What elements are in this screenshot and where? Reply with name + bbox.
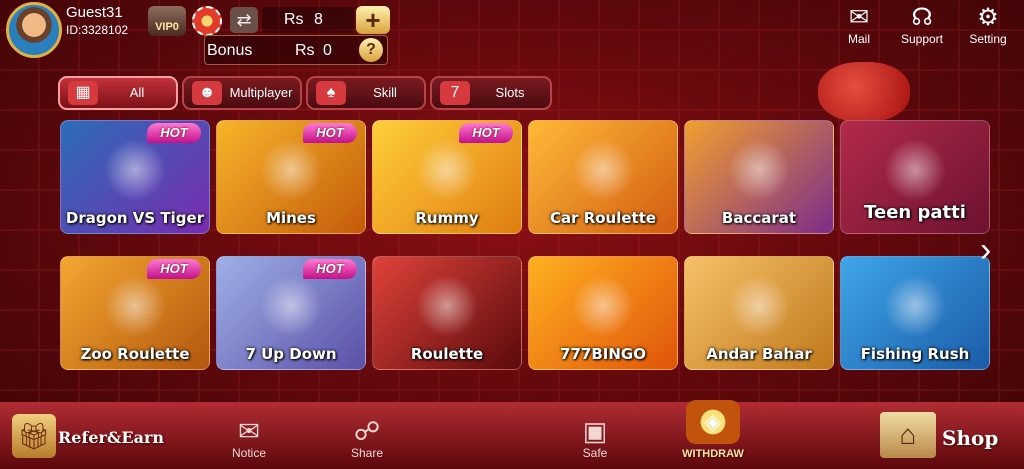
game-title: Zoo Roulette xyxy=(80,345,190,363)
cards-icon: ♠ xyxy=(316,81,346,105)
game-title: Fishing Rush xyxy=(860,345,970,363)
notice-button[interactable]: ✉ Notice xyxy=(224,416,274,460)
game-art xyxy=(104,139,166,201)
game-art xyxy=(416,139,478,201)
game-art xyxy=(728,139,790,201)
game-card[interactable]: HOT Dragon VS Tiger xyxy=(60,120,210,234)
support-button[interactable]: ☊ Support xyxy=(894,4,950,46)
gear-icon: ⚙ xyxy=(977,4,999,31)
game-art xyxy=(728,275,790,337)
bonus-currency: Rs xyxy=(295,42,315,59)
hot-badge: HOT xyxy=(459,123,513,143)
people-icon: ☻ xyxy=(192,81,222,105)
chevron-right-icon[interactable]: › xyxy=(980,230,1000,270)
balance-amount: 8 xyxy=(314,11,323,28)
game-card[interactable]: Car Roulette xyxy=(528,120,678,234)
game-art xyxy=(884,139,946,201)
game-title: Andar Bahar xyxy=(706,345,812,363)
help-icon[interactable]: ? xyxy=(359,38,383,62)
slot-machine-icon: 7 xyxy=(440,81,470,105)
setting-label: Setting xyxy=(969,32,1007,46)
notice-label: Notice xyxy=(231,446,266,460)
refresh-icon[interactable]: ⇄ xyxy=(230,7,258,33)
mail-label: Mail xyxy=(847,32,870,46)
game-title: Roulette xyxy=(410,345,484,363)
setting-button[interactable]: ⚙ Setting xyxy=(962,4,1014,46)
game-art xyxy=(260,139,322,201)
game-card[interactable]: Fishing Rush xyxy=(840,256,990,370)
mail-icon: ✉ xyxy=(848,4,870,31)
balance-display: Rs 8 xyxy=(262,7,354,33)
balance-currency: Rs xyxy=(284,11,304,28)
game-art xyxy=(572,275,634,337)
game-title: 777BINGO xyxy=(560,345,646,363)
bonus-amount: 0 xyxy=(323,42,332,59)
withdraw-button[interactable]: ◈ WITHDRAW xyxy=(680,400,746,464)
tab-multiplayer[interactable]: ☻ Multiplayer xyxy=(182,76,302,110)
hot-badge: HOT xyxy=(147,123,201,143)
tab-label: Multiplayer xyxy=(229,85,293,100)
tab-all[interactable]: ▦ All xyxy=(58,76,178,110)
share-button[interactable]: ☍ Share xyxy=(342,416,392,460)
hot-badge: HOT xyxy=(303,259,357,279)
game-card[interactable]: HOT Rummy xyxy=(372,120,522,234)
avatar[interactable] xyxy=(6,2,62,58)
game-card[interactable]: 777BINGO xyxy=(528,256,678,370)
headset-icon: ☊ xyxy=(911,4,933,31)
game-card[interactable]: Roulette xyxy=(372,256,522,370)
hot-badge: HOT xyxy=(147,259,201,279)
support-label: Support xyxy=(900,32,944,46)
top-bar: Guest31 ID:3328102 VIP0 ⇄ Rs 8 + Bonus R… xyxy=(0,0,1024,70)
game-art xyxy=(572,139,634,201)
game-card[interactable]: Teen patti xyxy=(840,120,990,234)
chip-icon xyxy=(192,6,222,36)
user-id: ID:3328102 xyxy=(66,23,129,37)
game-card[interactable]: HOT Zoo Roulette xyxy=(60,256,210,370)
add-funds-button[interactable]: + xyxy=(356,6,390,34)
game-title: Car Roulette xyxy=(549,209,657,227)
tab-label: All xyxy=(129,85,145,100)
game-card[interactable]: Baccarat xyxy=(684,120,834,234)
tab-slots[interactable]: 7 Slots xyxy=(430,76,552,110)
game-art xyxy=(416,275,478,337)
grid-icon: ▦ xyxy=(68,81,98,105)
safe-button[interactable]: ▣ Safe xyxy=(570,416,620,460)
gift-icon: 🎁︎ xyxy=(12,414,56,458)
game-title: 7 Up Down xyxy=(245,345,337,363)
refer-label: Refer&Earn xyxy=(58,428,165,447)
safe-label: Safe xyxy=(582,446,608,460)
shop-button[interactable]: ⌂ Shop xyxy=(880,412,1020,460)
tab-label: Slots xyxy=(495,85,525,100)
game-art xyxy=(104,275,166,337)
game-title: Rummy xyxy=(415,209,479,227)
username: Guest31 xyxy=(66,4,123,21)
game-art xyxy=(260,275,322,337)
mail-button[interactable]: ✉ Mail xyxy=(838,4,880,46)
lantern-decoration xyxy=(818,62,910,122)
share-icon: ☍ xyxy=(353,416,381,446)
game-card[interactable]: Andar Bahar xyxy=(684,256,834,370)
game-title: Teen patti xyxy=(864,202,966,223)
tab-skill[interactable]: ♠ Skill xyxy=(306,76,426,110)
shop-label: Shop xyxy=(942,426,999,450)
hot-badge: HOT xyxy=(303,123,357,143)
withdraw-label: WITHDRAW xyxy=(682,448,744,460)
game-art xyxy=(884,275,946,337)
shop-icon: ⌂ xyxy=(880,412,936,458)
game-title: Mines xyxy=(266,209,316,227)
bonus-display: Bonus Rs 0 ? xyxy=(204,35,388,65)
tab-label: Skill xyxy=(373,85,397,100)
game-card[interactable]: HOT 7 Up Down xyxy=(216,256,366,370)
game-card[interactable]: HOT Mines xyxy=(216,120,366,234)
treasure-chest-icon: ◈ xyxy=(686,400,740,444)
bonus-label: Bonus xyxy=(207,42,253,59)
notice-icon: ✉ xyxy=(238,416,260,446)
game-title: Baccarat xyxy=(721,209,797,227)
game-title: Dragon VS Tiger xyxy=(65,209,205,227)
share-label: Share xyxy=(350,446,384,460)
safe-icon: ▣ xyxy=(582,416,608,446)
refer-earn-button[interactable]: 🎁︎ Refer&Earn xyxy=(8,412,178,460)
vip-badge[interactable]: VIP0 xyxy=(148,6,186,36)
